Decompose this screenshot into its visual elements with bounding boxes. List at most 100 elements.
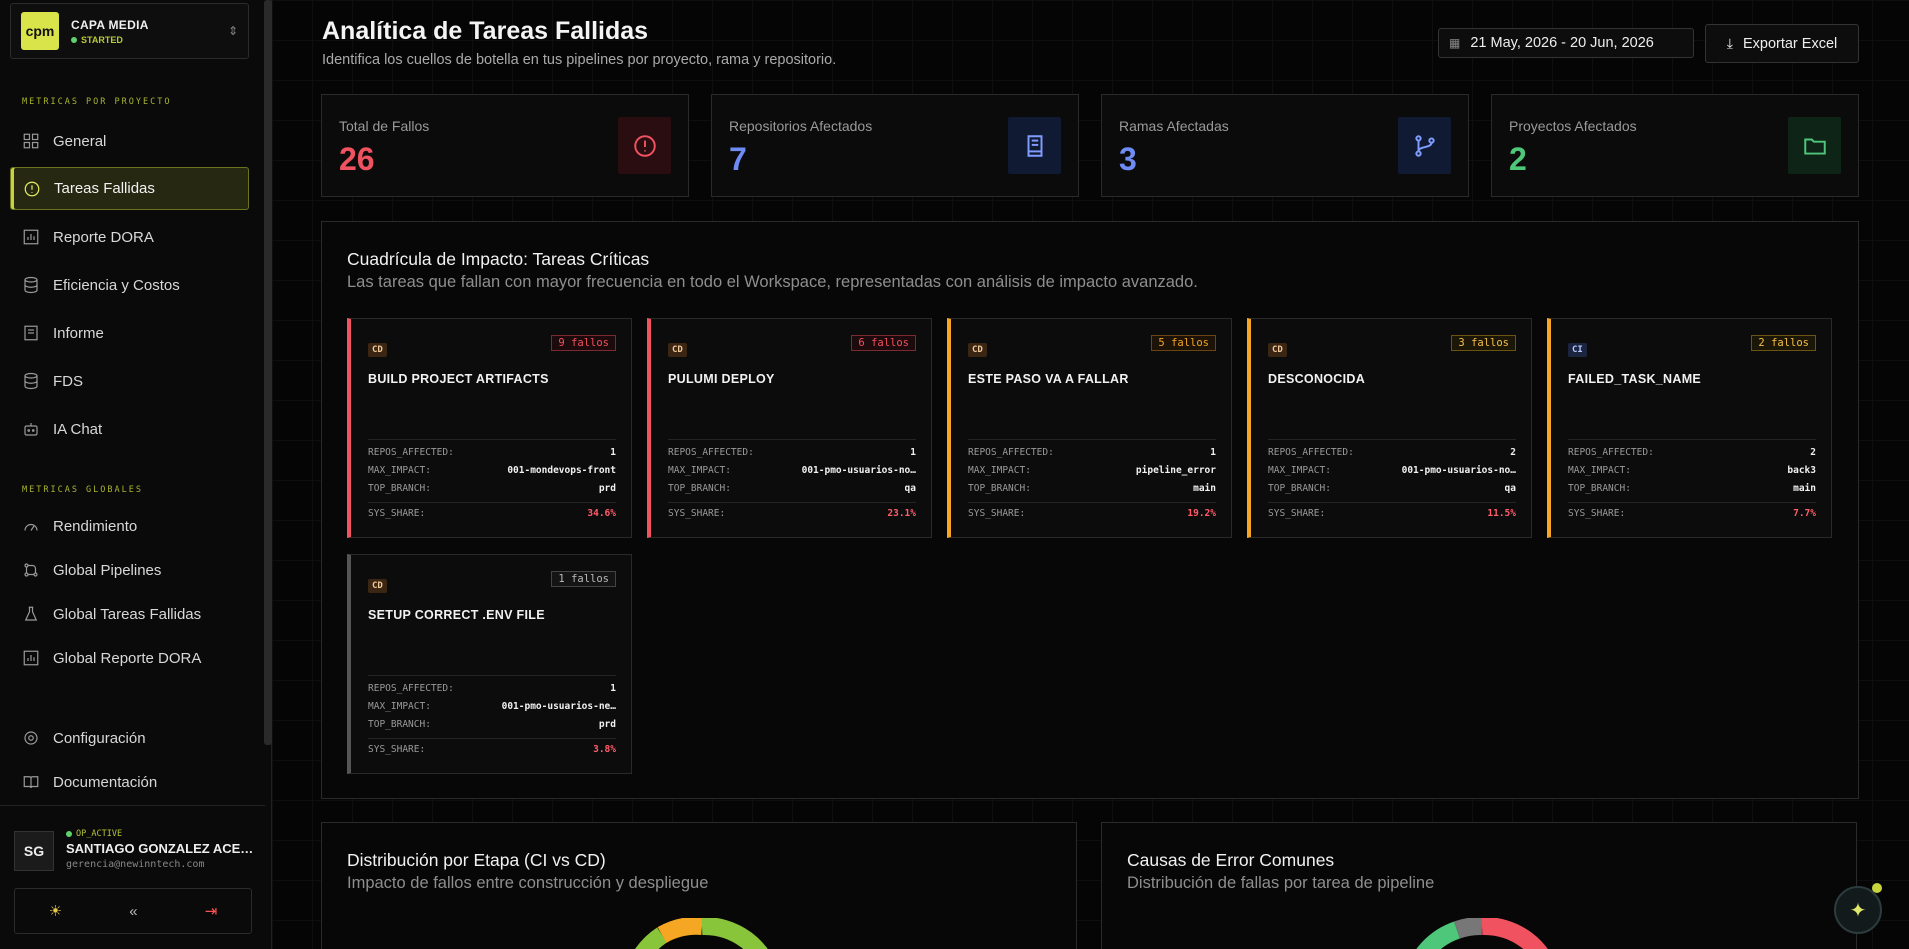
metric-key: SYS_SHARE: — [968, 508, 1026, 519]
metric-sys-share: 23.1% — [887, 508, 916, 519]
sidebar-item-global-reporte-dora[interactable]: Global Reporte DORA — [10, 637, 249, 679]
task-metrics: REPOS_AFFECTED: 1 MAX_IMPACT: 001-pmo-usua… — [368, 675, 616, 759]
sidebar-item-fds[interactable]: FDS — [10, 360, 249, 402]
metric-key: MAX_IMPACT: — [668, 465, 731, 476]
task-name: FAILED_TASK_NAME — [1568, 372, 1702, 386]
task-card[interactable]: CD 9 fallos BUILD PROJECT ARTIFACTS REPO… — [347, 318, 632, 538]
metric-key: MAX_IMPACT: — [1268, 465, 1331, 476]
metric-sys-share: 19.2% — [1187, 508, 1216, 519]
user-status: OP_ACTIVE — [66, 829, 122, 839]
export-excel-button[interactable]: ⤓ Exportar Excel — [1705, 24, 1859, 63]
metric-top-branch: qa — [904, 483, 916, 494]
sidebar-item-label: Global Pipelines — [53, 561, 162, 579]
avatar[interactable]: SG — [14, 831, 54, 871]
causes-donut-chart — [1416, 918, 1548, 949]
stat-card-total-fallos: Total de Fallos 26 — [321, 94, 689, 197]
stat-card-ramas: Ramas Afectadas 3 — [1101, 94, 1469, 197]
task-card[interactable]: CI 2 fallos FAILED_TASK_NAME REPOS_AFFEC… — [1547, 318, 1832, 538]
fails-badge: 3 fallos — [1451, 335, 1516, 351]
sidebar-item-global-pipelines[interactable]: Global Pipelines — [10, 549, 249, 591]
stage-chip: CD — [1268, 343, 1287, 357]
metric-max-impact: 001-pmo-usuarios-ne… — [501, 701, 616, 712]
date-range-picker[interactable]: ▦ 21 May, 2026 - 20 Jun, 2026 — [1438, 28, 1694, 58]
sidebar-item-label: Reporte DORA — [53, 228, 154, 246]
stage-chip: CD — [368, 579, 387, 593]
stage-donut-chart — [635, 918, 768, 949]
metric-sys-share: 34.6% — [587, 508, 616, 519]
metric-top-branch: prd — [598, 483, 616, 494]
metric-max-impact: back3 — [1787, 465, 1816, 476]
sidebar-item-global-tareas-fallidas[interactable]: Global Tareas Fallidas — [10, 593, 249, 635]
metric-key: SYS_SHARE: — [368, 744, 426, 755]
metric-key: MAX_IMPACT: — [368, 465, 431, 476]
page-subtitle: Identifica los cuellos de botella en tus… — [322, 52, 837, 68]
ai-assistant-button[interactable]: ✦ — [1834, 886, 1882, 934]
sidebar-item-label: Global Reporte DORA — [53, 649, 202, 667]
bot-icon — [24, 423, 38, 436]
status-dot — [66, 831, 72, 837]
section-label-global: METRICAS GLOBALES — [22, 485, 143, 495]
metric-key: SYS_SHARE: — [1268, 508, 1326, 519]
sidebar-item-general[interactable]: General — [10, 120, 249, 162]
task-metrics: REPOS_AFFECTED: 2 MAX_IMPACT: back3 TOP_BR… — [1568, 439, 1816, 523]
collapse-sidebar-icon[interactable]: « — [129, 903, 137, 920]
user-panel: SG OP_ACTIVE SANTIAGO GONZALEZ ACEVEDO g… — [0, 805, 265, 949]
fails-badge: 6 fallos — [851, 335, 916, 351]
stat-label: Ramas Afectadas — [1119, 118, 1229, 134]
task-card[interactable]: CD 5 fallos ESTE PASO VA A FALLAR REPOS_… — [947, 318, 1232, 538]
theme-toggle-icon[interactable]: ☀ — [49, 902, 62, 920]
logout-icon[interactable]: ⇥ — [205, 902, 218, 920]
metric-key: TOP_BRANCH: — [1268, 483, 1331, 494]
user-email: gerencia@newinntech.com — [66, 859, 205, 870]
sidebar-item-label: Informe — [53, 324, 104, 342]
fails-badge: 9 fallos — [551, 335, 616, 351]
gear-icon — [24, 731, 38, 745]
sidebar-item-configuracion[interactable]: Configuración — [10, 717, 249, 759]
sidebar-item-label: Rendimiento — [53, 517, 138, 535]
metric-key: MAX_IMPACT: — [968, 465, 1031, 476]
donut-segment-cd — [635, 927, 668, 949]
sidebar-item-label: General — [53, 132, 107, 150]
metric-key: SYS_SHARE: — [368, 508, 426, 519]
sidebar-item-informe[interactable]: Informe — [10, 312, 249, 354]
fails-badge: 5 fallos — [1151, 335, 1216, 351]
metric-repos: 1 — [610, 447, 616, 458]
git-branch-icon — [1398, 117, 1451, 174]
task-card[interactable]: CD 6 fallos PULUMI DEPLOY REPOS_AFFECTED… — [647, 318, 932, 538]
metric-repos: 1 — [610, 683, 616, 694]
sidebar-item-reporte-dora[interactable]: Reporte DORA — [10, 216, 249, 258]
alert-circle-icon — [24, 181, 40, 196]
task-name: ESTE PASO VA A FALLAR — [968, 372, 1129, 386]
error-causes-panel: Causas de Error Comunes Distribución de … — [1101, 822, 1857, 949]
stat-value: 2 — [1509, 141, 1527, 177]
metric-key: REPOS_AFFECTED: — [968, 447, 1054, 458]
metric-key: REPOS_AFFECTED: — [668, 447, 754, 458]
sidebar-item-rendimiento[interactable]: Rendimiento — [10, 505, 249, 547]
sidebar-item-tareas-fallidas[interactable]: Tareas Fallidas — [10, 167, 249, 210]
metric-top-branch: main — [1193, 483, 1216, 494]
task-card[interactable]: CD 1 fallos SETUP CORRECT .ENV FILE REPO… — [347, 554, 632, 774]
pipeline-icon — [24, 563, 38, 577]
donut-segment-ci — [657, 918, 703, 944]
section-label-project: METRICAS POR PROYECTO — [22, 97, 172, 107]
database-icon — [24, 276, 38, 294]
sidebar-item-ia-chat[interactable]: IA Chat — [10, 408, 249, 450]
sparkle-icon: ✦ — [1849, 899, 1867, 922]
task-name: SETUP CORRECT .ENV FILE — [368, 608, 545, 622]
donut-segment-cd-rest — [701, 918, 768, 949]
org-status-label: STARTED — [81, 34, 123, 45]
donut-segment-gray — [1453, 918, 1483, 939]
page-title: Analítica de Tareas Fallidas — [322, 17, 649, 45]
sidebar-item-label: IA Chat — [53, 420, 103, 438]
sidebar-item-eficiencia[interactable]: Eficiencia y Costos — [10, 264, 249, 306]
document-icon — [24, 325, 38, 341]
metric-sys-share: 7.7% — [1793, 508, 1816, 519]
alert-circle-icon — [618, 117, 671, 174]
task-card[interactable]: CD 3 fallos DESCONOCIDA REPOS_AFFECTED: 2… — [1247, 318, 1532, 538]
org-switcher[interactable]: cpm CAPA MEDIA STARTED ⇕ — [10, 3, 249, 59]
sidebar-item-documentacion[interactable]: Documentación — [10, 761, 249, 803]
task-name: PULUMI DEPLOY — [668, 372, 775, 386]
metric-repos: 2 — [1510, 447, 1516, 458]
stage-distribution-panel: Distribución por Etapa (CI vs CD) Impact… — [321, 822, 1077, 949]
sidebar-scrollbar[interactable] — [264, 0, 272, 745]
